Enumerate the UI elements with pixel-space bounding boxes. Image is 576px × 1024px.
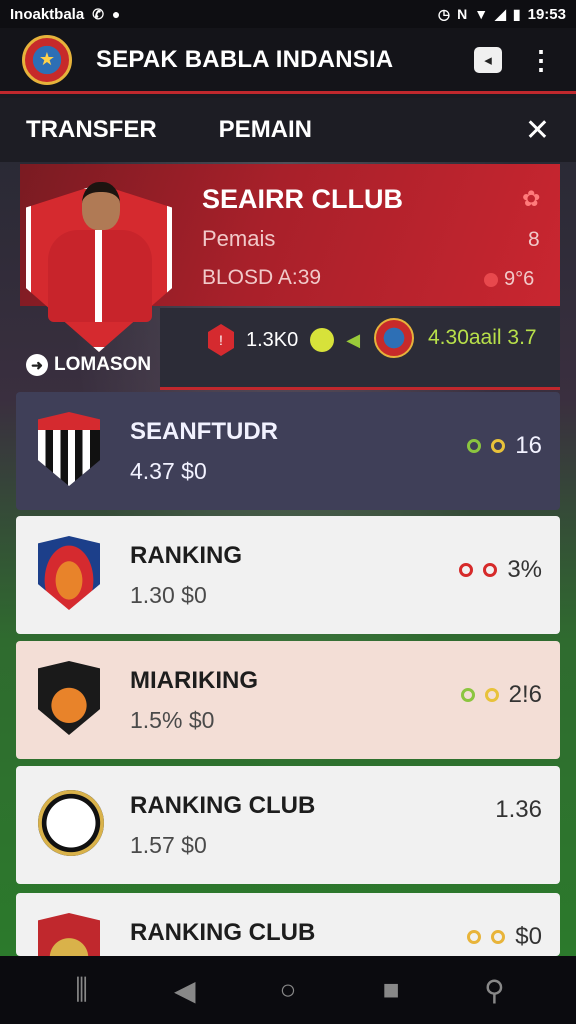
ranking-right: 16 [467, 432, 542, 460]
ranking-right: 3% [459, 556, 542, 584]
whatsapp-icon: ✆ [92, 5, 104, 22]
ranking-price: 1.57 $0 [130, 832, 207, 858]
featured-stat-right: 4.30aail 3.7 [428, 326, 537, 349]
location-icon: ➜ [26, 354, 48, 376]
hexagon-icon: ! [208, 324, 234, 356]
screen-share-icon[interactable]: ◂ [474, 46, 502, 73]
back-icon[interactable]: ◀ [160, 974, 210, 1007]
ranking-name: RANKING CLUB [130, 792, 316, 819]
app-title: SEPAK BABLA INDANSIA [96, 45, 394, 73]
featured-top-value: 8 [528, 228, 540, 251]
ranking-name: RANKING [130, 542, 242, 569]
battery-icon: ▮ [512, 5, 521, 22]
ranking-value: 2!6 [508, 681, 542, 708]
status-ring-icon [467, 439, 482, 453]
featured-subtitle: Pemais [202, 226, 276, 251]
notification-icon: ● [111, 6, 121, 22]
ranking-value: $0 [515, 923, 542, 950]
featured-stat-row: ! 1.3K0 ◀ [208, 324, 360, 356]
red-shield-icon [38, 913, 100, 956]
ranking-value: 16 [515, 432, 542, 459]
status-bar: Inoaktbala ✆ ● ◷ N ▼ ◢ ▮ 19:53 [0, 0, 576, 28]
status-ring-icon [491, 439, 506, 453]
ranking-card[interactable]: RANKING 1.30 $0 3% [16, 516, 560, 634]
featured-player-card[interactable]: ➜ LOMASON SEAIRR CLLUB Pemais BLOSD A:39… [0, 162, 576, 392]
flame-shield-icon [38, 536, 100, 610]
featured-right-value: 9°6 [504, 268, 535, 290]
ranking-value: 3% [507, 556, 542, 583]
location-label: LOMASON [54, 354, 152, 375]
club-badge-icon [374, 318, 414, 358]
ranking-right: 2!6 [460, 681, 542, 709]
arrow-icon: ◀ [346, 329, 361, 350]
tab-bar: TRANSFER PEMAIN ✕ [0, 98, 576, 162]
status-ring-icon [460, 688, 475, 702]
ranking-card[interactable]: RANKING CLUB 1.57 $0 1.36 [16, 766, 560, 884]
status-ring-icon [459, 563, 474, 577]
featured-right-stat: 9°6 [484, 268, 534, 291]
ranking-card[interactable]: SEANFTUDR 4.37 $0 16 [16, 392, 560, 510]
ranking-right: $0 [467, 923, 542, 951]
featured-stat-left: 1.3K0 [246, 328, 299, 351]
status-time: 19:53 [527, 5, 566, 23]
nfc-icon: N [457, 6, 468, 22]
ranking-price: 1.5% $0 [130, 707, 215, 733]
status-ring-icon [491, 930, 506, 944]
featured-club-title: SEAIRR CLLUB [202, 184, 403, 214]
player-photo [40, 182, 160, 332]
status-ring-icon [484, 688, 499, 702]
tab-transfer[interactable]: TRANSFER [26, 116, 157, 144]
tab-pemain[interactable]: PEMAIN [219, 116, 312, 144]
navigation-bar: ⫼ ◀ ○ ■ ⚲ [0, 956, 576, 1024]
ranking-price: 4.37 $0 [130, 458, 207, 484]
overview-icon[interactable]: ■ [366, 974, 416, 1006]
ranking-right: 1.36 [495, 796, 542, 824]
app-bar: ★ SEPAK BABLA INDANSIA ◂ ⋮ [0, 28, 576, 94]
signal-icon: ◢ [495, 5, 506, 22]
wifi-icon: ▼ [474, 6, 489, 22]
alarm-icon: ◷ [437, 5, 451, 22]
ranking-name: RANKING CLUB [130, 919, 316, 946]
tiger-shield-icon [38, 661, 100, 735]
more-vert-icon[interactable]: ⋮ [528, 47, 554, 73]
status-dot [484, 272, 498, 287]
ball-icon [310, 328, 335, 352]
ranking-value: 1.36 [495, 796, 542, 823]
status-left-text: Inoaktbala [10, 5, 85, 23]
ranking-card[interactable]: MIARIKING 1.5% $0 2!6 [16, 641, 560, 759]
search-icon[interactable]: ⚲ [469, 974, 519, 1007]
ranking-name: MIARIKING [130, 667, 258, 694]
ranking-name: SEANFTUDR [130, 418, 278, 445]
favorite-icon[interactable]: ✿ [522, 186, 540, 212]
featured-meta: BLOSD A:39 [202, 266, 322, 289]
recents-icon[interactable]: ⫼ [57, 974, 107, 1007]
ranking-card[interactable]: RANKING CLUB $0 [16, 893, 560, 956]
panther-circle-icon [38, 790, 104, 856]
status-ring-icon [467, 930, 482, 944]
location-tag[interactable]: ➜ LOMASON [26, 354, 151, 376]
home-icon[interactable]: ○ [263, 974, 313, 1006]
status-ring-icon [483, 563, 498, 577]
club-crest-icon[interactable]: ★ [22, 34, 72, 85]
close-icon[interactable]: ✕ [525, 113, 550, 148]
ranking-price: 1.30 $0 [130, 582, 207, 608]
striped-shield-icon [38, 412, 100, 486]
